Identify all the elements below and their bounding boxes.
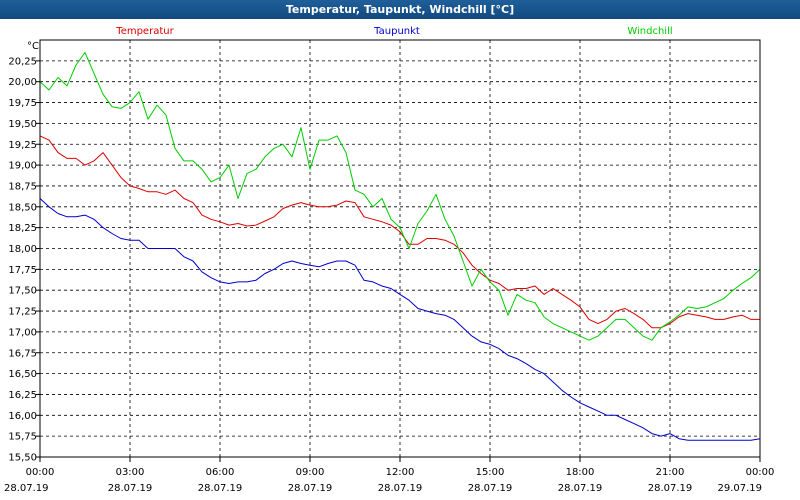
- x-tick-time: 15:00: [476, 467, 505, 478]
- y-tick-label: 17,25: [8, 307, 37, 318]
- x-tick-time: 18:00: [566, 467, 595, 478]
- x-tick-time: 00:00: [26, 467, 55, 478]
- y-unit-label: °C: [27, 41, 39, 52]
- y-tick-label: 18,00: [8, 244, 37, 255]
- x-tick-date: 28.07.19: [378, 483, 423, 494]
- x-tick-date: 28.07.19: [648, 483, 693, 494]
- x-tick-time: 03:00: [116, 467, 145, 478]
- y-tick-label: 19,25: [8, 140, 37, 151]
- y-tick-label: 17,75: [8, 265, 37, 276]
- y-tick-label: 16,50: [8, 369, 37, 380]
- y-tick-label: 18,75: [8, 181, 37, 192]
- y-tick-label: 15,75: [8, 432, 37, 443]
- legend-item-windchill: Windchill: [627, 26, 672, 37]
- y-tick-label: 15,50: [8, 453, 37, 464]
- y-axis: 15,50 15,75 16,00 16,25 16,50 16,75 17,00 17,25…: [8, 56, 40, 464]
- x-tick-time: 09:00: [296, 467, 325, 478]
- legend-item-taupunkt: Taupunkt: [373, 26, 420, 37]
- x-tick-time: 06:00: [206, 467, 235, 478]
- x-tick-date: 28.07.19: [288, 483, 333, 494]
- x-tick-date: 28.07.19: [558, 483, 603, 494]
- y-tick-label: 16,75: [8, 348, 37, 359]
- y-tick-label: 19,75: [8, 98, 37, 109]
- x-tick-date: 28.07.19: [108, 483, 153, 494]
- y-tick-label: 18,50: [8, 202, 37, 213]
- y-tick-label: 19,00: [8, 161, 37, 172]
- y-tick-label: 18,25: [8, 223, 37, 234]
- y-tick-label: 17,00: [8, 327, 37, 338]
- y-tick-label: 20,00: [8, 77, 37, 88]
- y-tick-label: 16,25: [8, 390, 37, 401]
- x-tick-time: 00:00: [746, 467, 775, 478]
- y-tick-label: 16,00: [8, 411, 37, 422]
- legend: Temperatur Taupunkt Windchill: [115, 26, 672, 37]
- x-tick-date: 28.07.19: [198, 483, 243, 494]
- x-tick-time: 21:00: [656, 467, 685, 478]
- y-tick-label: 17,50: [8, 286, 37, 297]
- x-tick-date: 28.07.19: [4, 483, 49, 494]
- legend-item-temperatur: Temperatur: [115, 26, 174, 37]
- y-tick-label: 20,25: [8, 56, 37, 67]
- y-tick-label: 19,50: [8, 119, 37, 130]
- x-tick-date: 28.07.19: [468, 483, 513, 494]
- x-tick-time: 12:00: [386, 467, 415, 478]
- x-tick-date: 29.07.19: [717, 483, 762, 494]
- chart-title: Temperatur, Taupunkt, Windchill [°C]: [0, 0, 800, 19]
- chart-canvas: Temperatur Taupunkt Windchill 15,50 15,75 16…: [4, 26, 774, 494]
- x-axis: 00:00 28.07.19 03:00 28.07.19 06:00 28.07.19 0…: [4, 457, 774, 494]
